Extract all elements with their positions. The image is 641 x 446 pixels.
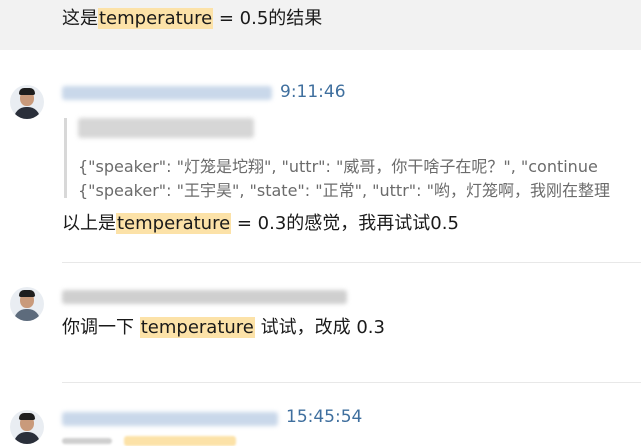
avatar[interactable] [10,85,44,119]
message-text-suffix: = 0.5的结果 [213,8,323,29]
highlight-keyword: temperature [98,8,214,29]
message-timestamp: 9:11:46 [280,82,346,102]
sender-name-redacted [62,290,347,304]
message-divider [62,262,641,263]
message-divider [62,382,641,383]
highlight-keyword-partial [124,436,236,446]
sender-name-redacted [62,86,272,100]
message-text: 你调一下 temperature 试试，改成 0.3 [62,316,385,340]
highlight-keyword: temperature [116,213,232,234]
quote-bar [64,118,67,198]
quoted-sender-redacted [78,118,254,138]
message-text: 这是temperature = 0.5的结果 [62,7,322,31]
message-text-prefix: 以上是 [62,213,116,234]
quoted-line-1: {"speaker": "灯笼是坨翔", "uttr": "威哥，你干啥子在呢？… [78,157,598,176]
message-text-prefix: 你调一下 [62,317,140,338]
avatar[interactable] [10,287,44,321]
sender-name-redacted [62,412,278,426]
quoted-line-2: {"speaker": "王宇昊", "state": "正常", "uttr"… [78,181,610,200]
message-text: 以上是temperature = 0.3的感觉，我再试试0.5 [62,212,459,236]
avatar[interactable] [10,410,44,444]
message-text-partial [62,438,112,444]
message-text-prefix: 这是 [62,8,98,29]
message-timestamp: 15:45:54 [286,407,363,427]
message-text-suffix: 试试，改成 0.3 [254,317,385,338]
message-text-suffix: = 0.3的感觉，我再试试0.5 [231,213,459,234]
highlight-keyword: temperature [139,317,255,338]
